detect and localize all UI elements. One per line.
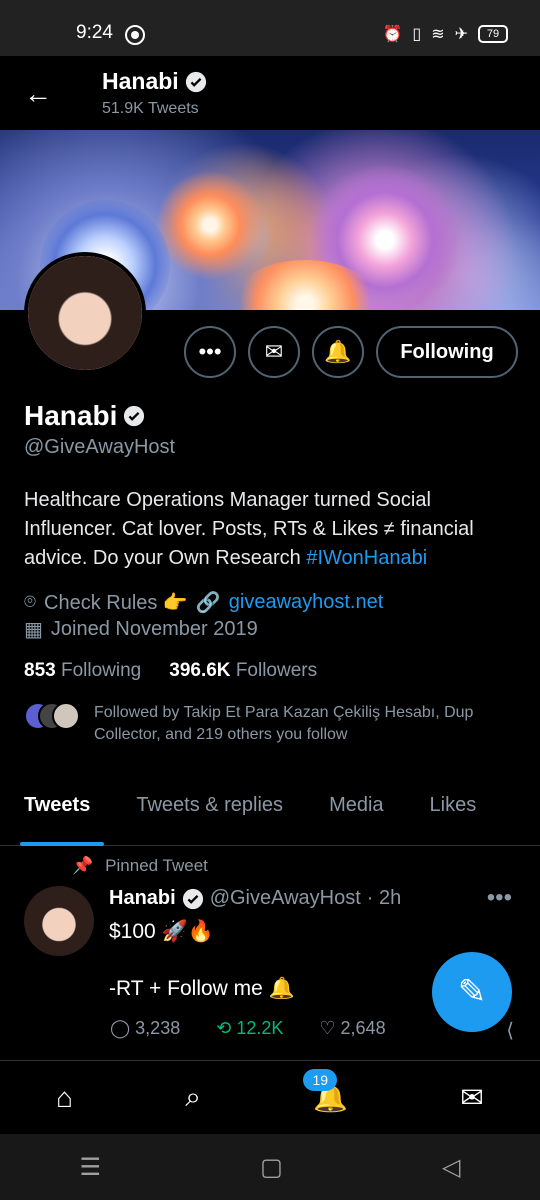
- followers-label: Followers: [235, 660, 318, 681]
- reply-icon: ◯: [110, 1018, 131, 1038]
- verified-badge-icon: [182, 888, 203, 909]
- joined-text: Joined November 2019: [50, 618, 258, 640]
- avatar-portrait: [28, 256, 142, 370]
- tweet-handle: @GiveAwayHost: [209, 887, 361, 909]
- bio-hashtag-link[interactable]: #IWonHanabi: [306, 547, 427, 569]
- airplane-icon: ✈: [454, 26, 468, 43]
- reply-action[interactable]: ◯ 3,238: [110, 1018, 180, 1039]
- tab-tweets[interactable]: Tweets: [0, 780, 112, 846]
- tab-media[interactable]: Media: [305, 780, 405, 846]
- following-button[interactable]: Following: [376, 326, 518, 378]
- follower-avatars: [24, 702, 80, 730]
- tab-tweets-replies[interactable]: Tweets & replies: [112, 780, 305, 846]
- home-button-icon[interactable]: ▢: [260, 1153, 283, 1182]
- link-icon: 🔗: [195, 592, 221, 614]
- tab-likes[interactable]: Likes: [406, 780, 499, 846]
- tweet-actions: ◯ 3,238 ⟲ 12.2K ♡ 2,648: [110, 1018, 386, 1039]
- notifications-button[interactable]: 🔔: [312, 326, 364, 378]
- alarm-icon: ⏰: [382, 26, 403, 43]
- followed-by-text: Followed by Takip Et Para Kazan Çekiliş …: [94, 704, 474, 743]
- tweet-body[interactable]: $100 🚀🔥 -RT + Follow me 🔔: [109, 918, 295, 1003]
- notifications-icon[interactable]: 🔔 19: [303, 1069, 348, 1114]
- following-count: 853: [24, 660, 56, 681]
- profile-name-text: Hanabi: [24, 400, 118, 431]
- search-icon[interactable]: ⌕: [185, 1081, 201, 1114]
- profile-name: Hanabi: [24, 400, 145, 432]
- verified-badge-icon: [185, 71, 206, 92]
- reply-count: 3,238: [135, 1018, 181, 1038]
- tweet-count: 51.9K Tweets: [102, 100, 199, 117]
- pinned-text: Pinned Tweet: [105, 856, 208, 875]
- pinned-label: 📌 Pinned Tweet: [72, 856, 208, 876]
- profile-header: ← Hanabi 51.9K Tweets: [0, 56, 540, 130]
- battery-icon: 79: [478, 25, 508, 43]
- location-icon: ⌾: [24, 591, 36, 613]
- back-arrow-icon[interactable]: ←: [24, 78, 52, 110]
- joined-row: ▦ Joined November 2019: [24, 617, 258, 642]
- location-text: Check Rules 👉: [44, 592, 188, 614]
- retweet-icon: ⟲: [216, 1018, 232, 1038]
- share-icon[interactable]: ⟨: [506, 1018, 514, 1043]
- profile-bio: Healthcare Operations Manager turned Soc…: [24, 486, 514, 573]
- back-button-icon[interactable]: ◁: [442, 1153, 460, 1182]
- bottom-nav: ⌂ ⌕ 🔔 19 ✉: [0, 1060, 540, 1134]
- recording-icon: [125, 25, 145, 45]
- like-count: 2,648: [340, 1018, 386, 1038]
- system-nav: ☰ ▢ ◁: [0, 1134, 540, 1200]
- profile-meta-row: ⌾ Check Rules 👉 🔗 giveawayhost.net: [24, 590, 383, 615]
- profile-actions: ••• ✉ 🔔 Following: [184, 326, 518, 378]
- calendar-icon: ▦: [24, 619, 43, 641]
- following-stat[interactable]: 853 Following: [24, 660, 141, 682]
- recent-apps-icon[interactable]: ☰: [80, 1153, 102, 1182]
- followers-count: 396.6K: [169, 660, 231, 681]
- website-link[interactable]: giveawayhost.net: [229, 591, 384, 614]
- retweet-count: 12.2K: [236, 1018, 284, 1038]
- more-options-button[interactable]: •••: [184, 326, 236, 378]
- tweet-avatar[interactable]: [24, 886, 94, 956]
- tweet-line-2: -RT + Follow me 🔔: [109, 977, 295, 1000]
- status-time: 9:24: [76, 22, 113, 43]
- followed-by[interactable]: Followed by Takip Et Para Kazan Çekiliş …: [24, 702, 524, 746]
- follow-stats: 853 Following 396.6K Followers: [24, 660, 317, 682]
- profile-tabs: Tweets Tweets & replies Media Likes: [0, 780, 540, 846]
- following-label: Following: [60, 660, 142, 681]
- tweet-author[interactable]: Hanabi: [109, 887, 176, 910]
- vibrate-icon: ▯: [412, 26, 422, 43]
- tweet-header: Hanabi @GiveAwayHost · 2h: [109, 887, 401, 910]
- messages-icon[interactable]: ✉: [460, 1081, 483, 1114]
- pin-icon: 📌: [72, 856, 94, 875]
- tweet-time: · 2h: [366, 887, 402, 909]
- mini-avatar: [52, 702, 80, 730]
- status-icons: ⏰ ▯ ≋ ✈ 79: [382, 24, 508, 44]
- profile-avatar[interactable]: [24, 252, 146, 374]
- compose-tweet-button[interactable]: ✎: [432, 952, 512, 1032]
- message-button[interactable]: ✉: [248, 326, 300, 378]
- heart-icon: ♡: [319, 1018, 336, 1038]
- header-name: Hanabi: [102, 68, 207, 95]
- verified-badge-icon: [124, 405, 145, 427]
- retweet-action[interactable]: ⟲ 12.2K: [216, 1018, 283, 1039]
- like-action[interactable]: ♡ 2,648: [319, 1018, 385, 1039]
- status-bar: 9:24 ⏰ ▯ ≋ ✈ 79: [0, 0, 540, 56]
- header-name-text: Hanabi: [102, 68, 179, 94]
- wifi-icon: ≋: [431, 26, 445, 43]
- followers-stat[interactable]: 396.6K Followers: [169, 660, 317, 682]
- home-icon[interactable]: ⌂: [56, 1082, 73, 1114]
- notifications-badge: 19: [303, 1069, 338, 1091]
- firework-burst: [155, 170, 265, 280]
- tweet-more-icon[interactable]: •••: [487, 884, 512, 912]
- tweet-line-1: $100 🚀🔥: [109, 920, 214, 943]
- profile-handle: @GiveAwayHost: [24, 436, 176, 458]
